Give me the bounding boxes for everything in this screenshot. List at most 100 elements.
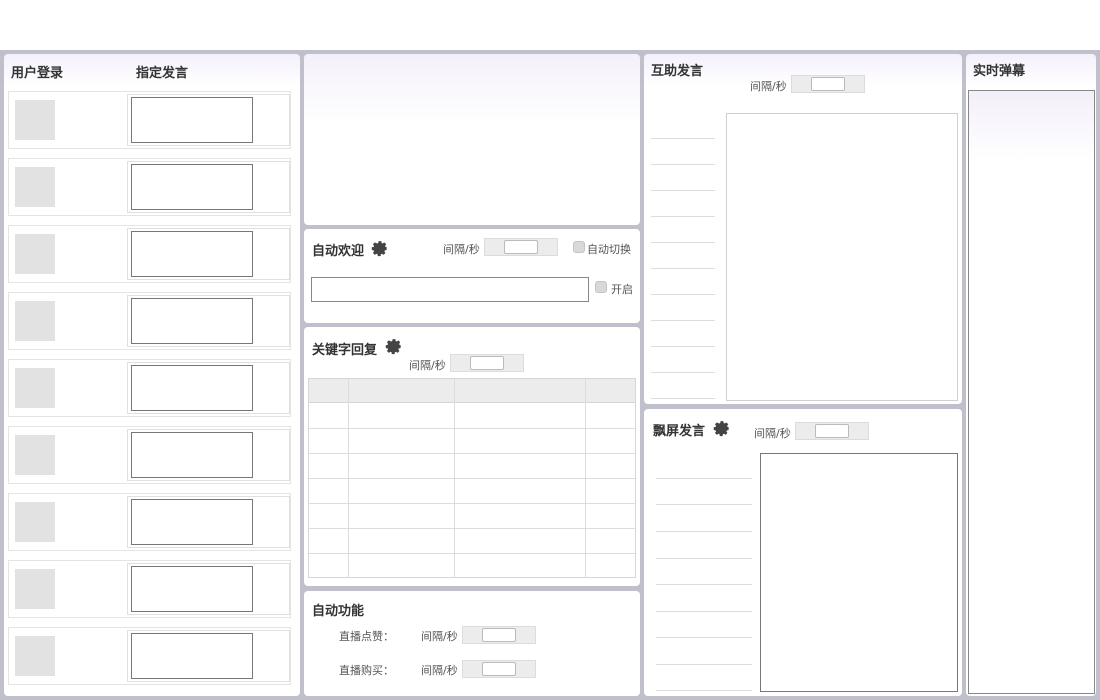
live-like-label: 直播点赞：: [339, 630, 394, 643]
login-row: [8, 225, 291, 283]
flood-interval-spinner[interactable]: [795, 422, 869, 440]
assigned-speech-cell: [127, 630, 290, 682]
list-item[interactable]: [656, 558, 752, 559]
mutual-speech-panel: 互助发言 间隔/秒: [644, 54, 962, 404]
list-item[interactable]: [656, 664, 752, 665]
list-item[interactable]: [656, 531, 752, 532]
live-danmaku-title: 实时弹幕: [973, 64, 1026, 79]
like-interval-spinner[interactable]: [462, 626, 536, 644]
list-item[interactable]: [651, 190, 715, 191]
mutual-interval-input[interactable]: [811, 77, 845, 91]
avatar[interactable]: [15, 100, 55, 140]
avatar[interactable]: [15, 435, 55, 475]
welcome-interval-label: 间隔/秒: [443, 243, 480, 256]
list-item[interactable]: [651, 268, 715, 269]
buy-interval-spinner[interactable]: [462, 660, 536, 678]
avatar[interactable]: [15, 368, 55, 408]
list-item[interactable]: [651, 320, 715, 321]
assigned-speech-title: 指定发言: [136, 66, 189, 81]
list-item[interactable]: [656, 478, 752, 479]
list-item[interactable]: [651, 398, 715, 399]
buy-interval-input[interactable]: [482, 662, 516, 676]
avatar[interactable]: [15, 234, 55, 274]
gear-icon[interactable]: [713, 419, 731, 437]
assigned-speech-input[interactable]: [131, 298, 253, 344]
assigned-speech-input[interactable]: [131, 499, 253, 545]
list-item[interactable]: [656, 584, 752, 585]
danmaku-feed[interactable]: [968, 90, 1095, 694]
welcome-interval-spinner[interactable]: [484, 238, 558, 256]
list-item[interactable]: [651, 216, 715, 217]
assigned-speech-cell: [127, 295, 290, 347]
enable-checkbox[interactable]: [595, 281, 607, 293]
flood-account-list[interactable]: [656, 453, 752, 693]
user-login-title: 用户登录: [11, 66, 64, 81]
assigned-speech-cell: [127, 362, 290, 414]
keyword-table[interactable]: [308, 378, 636, 578]
assigned-speech-input[interactable]: [131, 365, 253, 411]
flood-speech-textarea[interactable]: [760, 453, 958, 692]
like-interval-input[interactable]: [482, 628, 516, 642]
list-item[interactable]: [656, 611, 752, 612]
assigned-speech-input[interactable]: [131, 231, 253, 277]
avatar[interactable]: [15, 636, 55, 676]
table-row[interactable]: [309, 553, 635, 554]
auto-switch-checkbox[interactable]: [573, 241, 585, 253]
keyword-reply-title: 关键字回复: [312, 343, 378, 358]
flood-interval-input[interactable]: [815, 424, 849, 438]
avatar[interactable]: [15, 502, 55, 542]
login-panel: 用户登录 指定发言: [4, 54, 300, 696]
mutual-interval-spinner[interactable]: [791, 75, 865, 93]
login-row: [8, 158, 291, 216]
assigned-speech-input[interactable]: [131, 97, 253, 143]
login-row: [8, 359, 291, 417]
mutual-speech-textarea[interactable]: [726, 113, 958, 401]
welcome-interval-input[interactable]: [504, 240, 538, 254]
table-row[interactable]: [309, 453, 635, 454]
keyword-table-header: [309, 379, 635, 403]
enable-label: 开启: [611, 283, 633, 296]
flood-interval-label: 间隔/秒: [754, 427, 791, 440]
live-danmaku-panel: 实时弹幕: [966, 54, 1096, 696]
mutual-account-list[interactable]: [651, 114, 715, 400]
buy-interval-label: 间隔/秒: [421, 664, 458, 677]
list-item[interactable]: [651, 346, 715, 347]
live-buy-label: 直播购买：: [339, 664, 394, 677]
preview-panel: [304, 54, 640, 225]
gear-icon[interactable]: [385, 337, 403, 355]
keyword-interval-label: 间隔/秒: [409, 359, 446, 372]
list-item[interactable]: [651, 294, 715, 295]
keyword-interval-input[interactable]: [470, 356, 504, 370]
assigned-speech-cell: [127, 429, 290, 481]
list-item[interactable]: [651, 372, 715, 373]
table-row[interactable]: [309, 428, 635, 429]
table-row[interactable]: [309, 478, 635, 479]
welcome-text-input[interactable]: [311, 277, 589, 302]
list-item[interactable]: [651, 164, 715, 165]
list-item[interactable]: [651, 242, 715, 243]
mutual-interval-label: 间隔/秒: [750, 80, 787, 93]
assigned-speech-cell: [127, 161, 290, 213]
assigned-speech-input[interactable]: [131, 633, 253, 679]
assigned-speech-cell: [127, 94, 290, 146]
assigned-speech-input[interactable]: [131, 566, 253, 612]
list-item[interactable]: [656, 690, 752, 691]
table-row[interactable]: [309, 528, 635, 529]
login-row: [8, 627, 291, 685]
avatar[interactable]: [15, 569, 55, 609]
list-item[interactable]: [656, 504, 752, 505]
auto-switch-label: 自动切换: [587, 243, 631, 256]
assigned-speech-input[interactable]: [131, 432, 253, 478]
auto-functions-title: 自动功能: [312, 604, 365, 619]
avatar[interactable]: [15, 167, 55, 207]
list-item[interactable]: [656, 637, 752, 638]
mutual-speech-title: 互助发言: [651, 64, 704, 79]
keyword-interval-spinner[interactable]: [450, 354, 524, 372]
gear-icon[interactable]: [371, 239, 389, 257]
keyword-reply-panel: 关键字回复 间隔/秒: [304, 327, 640, 586]
list-item[interactable]: [651, 138, 715, 139]
assigned-speech-input[interactable]: [131, 164, 253, 210]
auto-welcome-title: 自动欢迎: [312, 244, 365, 259]
avatar[interactable]: [15, 301, 55, 341]
table-row[interactable]: [309, 503, 635, 504]
